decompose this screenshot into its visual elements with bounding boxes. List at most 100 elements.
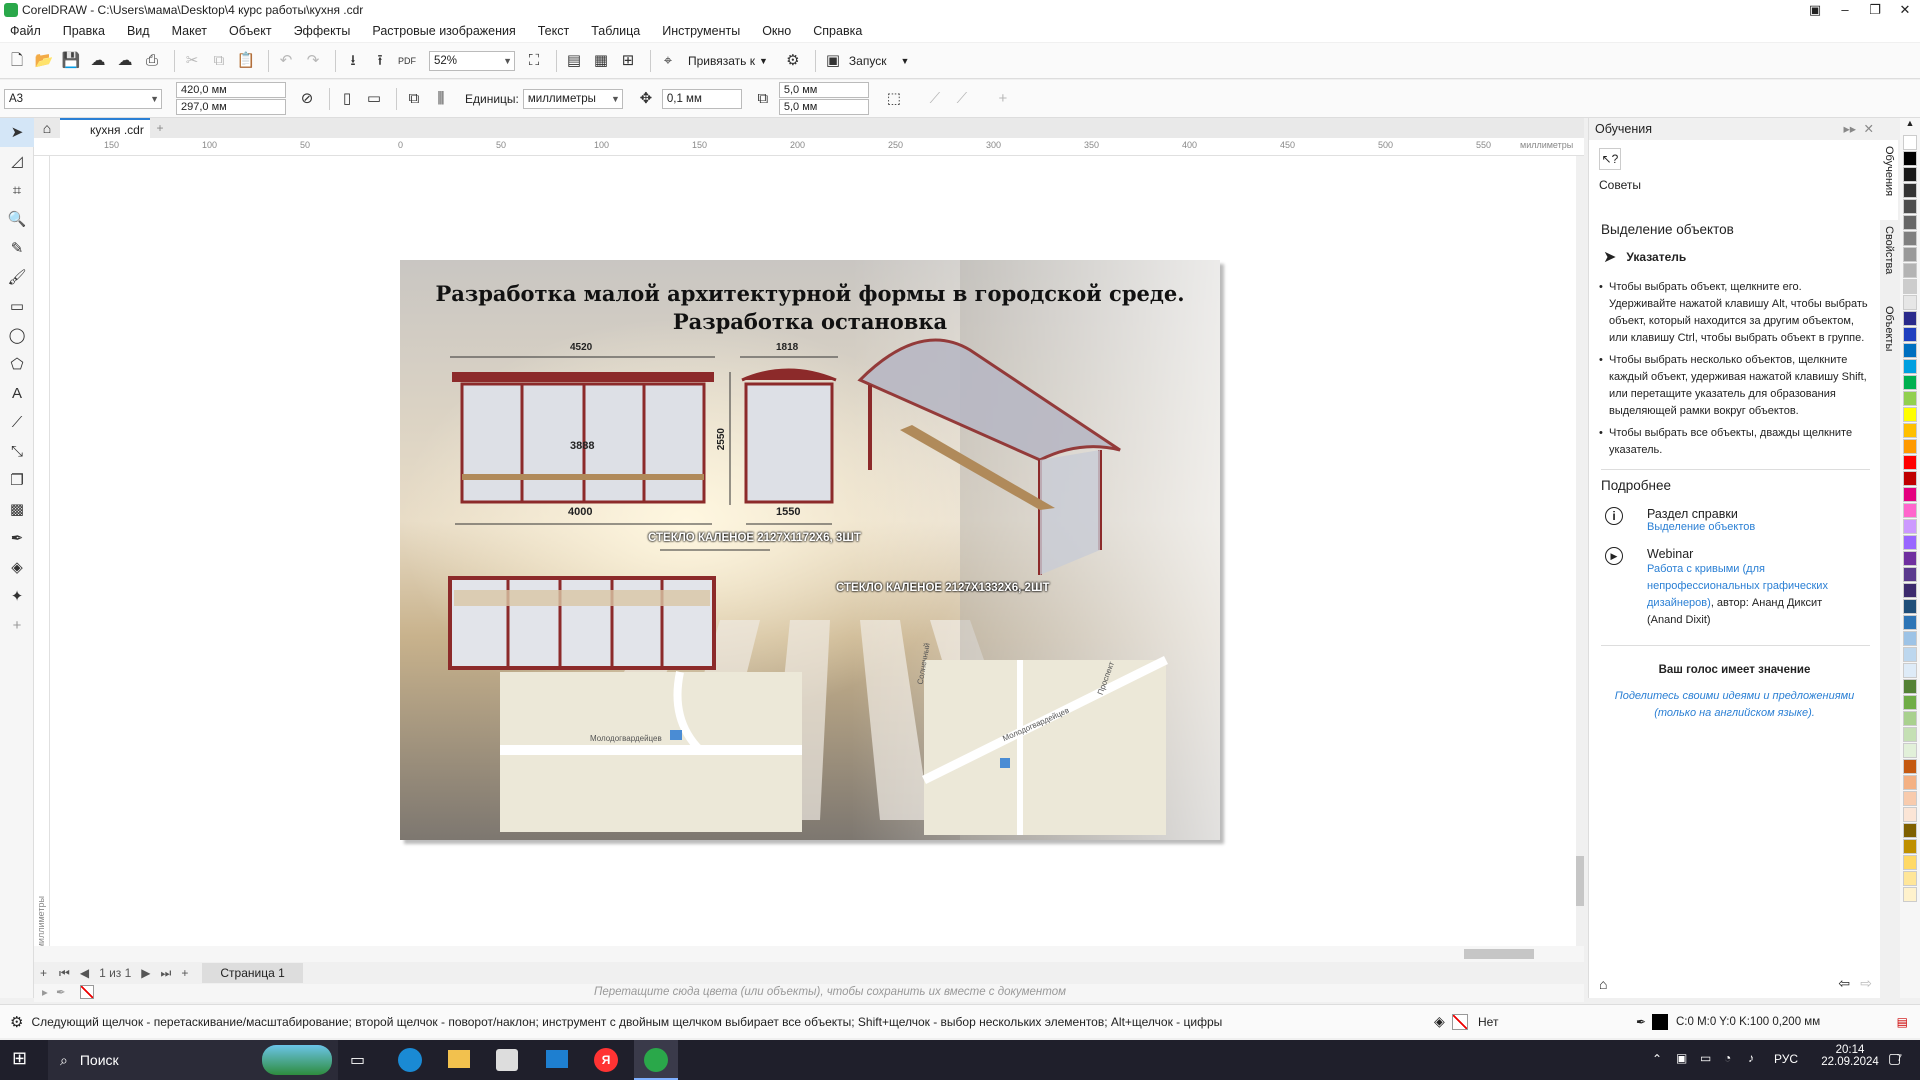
import-icon[interactable]: ⭳ [342, 50, 364, 72]
wifi-icon[interactable]: ◔ [1724, 1051, 1731, 1065]
palette-swatch[interactable] [1903, 599, 1917, 614]
zoom-to-page-icon[interactable]: ⛶ [523, 50, 545, 72]
shape-tool-icon[interactable]: ◿ [0, 147, 34, 176]
full-screen-preview-icon[interactable]: ▤ [563, 50, 585, 72]
add-page-icon[interactable]: + [40, 966, 47, 980]
undo-icon[interactable]: ↶ [275, 50, 297, 72]
palette-swatch[interactable] [1903, 839, 1917, 854]
menu-tools[interactable]: Инструменты [662, 24, 740, 38]
cloud-upload-icon[interactable]: ☁ [114, 50, 136, 72]
palette-swatch[interactable] [1903, 151, 1917, 166]
show-grid-icon[interactable]: ▦ [590, 50, 612, 72]
connector-tool-icon[interactable]: ⤡ [0, 437, 34, 466]
menu-effects[interactable]: Эффекты [294, 24, 351, 38]
palette-swatch[interactable] [1903, 759, 1917, 774]
treat-as-filled-icon[interactable]: ⟋ [924, 88, 946, 110]
duplicate-y-field[interactable]: 5,0 мм [778, 99, 869, 115]
duplicate-x-field[interactable]: 5,0 мм [778, 82, 869, 98]
current-page-icon[interactable]: ⫼ [430, 88, 452, 110]
home-icon[interactable]: ⌂ [34, 118, 60, 138]
palette-swatch[interactable] [1903, 167, 1917, 182]
cut-icon[interactable]: ✂ [181, 50, 203, 72]
gear-icon[interactable]: ⚙ [782, 50, 804, 72]
color-proof-icon[interactable]: ▤ [1897, 1015, 1908, 1029]
palette-swatch[interactable] [1903, 775, 1917, 790]
portrait-icon[interactable]: ▯ [336, 88, 358, 110]
export-icon[interactable]: ⭱ [369, 50, 391, 72]
palette-swatch[interactable] [1903, 279, 1917, 294]
polygon-tool-icon[interactable]: ⬠ [0, 350, 34, 379]
page-height-field[interactable]: 297,0 мм [176, 99, 286, 115]
zoom-level-field[interactable]: 52% ▼ [429, 50, 515, 71]
menu-help[interactable]: Справка [813, 24, 862, 38]
eyedropper-tool-icon[interactable]: ✒ [0, 524, 34, 553]
palette-swatch[interactable] [1903, 407, 1917, 422]
copy-icon[interactable]: ⧉ [208, 50, 230, 72]
restore-small-icon[interactable]: ▣ [1800, 0, 1830, 20]
interactive-fill-tool-icon[interactable]: ◈ [0, 553, 34, 582]
palette-swatch[interactable] [1903, 855, 1917, 870]
launch-app-icon[interactable]: ▣ [822, 50, 844, 72]
palette-swatch[interactable] [1903, 199, 1917, 214]
document-page[interactable]: Разработка малой архитектурной формы в г… [400, 260, 1220, 840]
crop-tool-icon[interactable]: ⌗ [0, 176, 34, 205]
drop-shadow-tool-icon[interactable]: ❐ [0, 466, 34, 495]
windows-start-icon[interactable]: ⊞ [12, 1048, 27, 1069]
palette-swatch[interactable] [1903, 263, 1917, 278]
volume-icon[interactable]: ♪ [1748, 1051, 1754, 1065]
palette-swatch[interactable] [1903, 695, 1917, 710]
no-color-swatch[interactable] [80, 985, 94, 999]
page-width-field[interactable]: 420,0 мм [176, 82, 286, 98]
palette-swatch[interactable] [1903, 487, 1917, 502]
palette-swatch[interactable] [1903, 871, 1917, 886]
snap-to-dropdown[interactable]: Привязать к [688, 54, 755, 68]
palette-scroll-up-icon[interactable]: ▲ [1900, 118, 1920, 134]
ellipse-tool-icon[interactable]: ◯ [0, 321, 34, 350]
close-docker-icon[interactable]: ✕ [1864, 118, 1874, 140]
palette-swatch[interactable] [1903, 567, 1917, 582]
palette-swatch[interactable] [1903, 519, 1917, 534]
palette-swatch[interactable] [1903, 471, 1917, 486]
add-icon[interactable]: + [992, 88, 1014, 110]
palette-swatch[interactable] [1903, 359, 1917, 374]
text-tool-icon[interactable]: A [0, 379, 34, 408]
minimize-button[interactable]: – [1830, 0, 1860, 20]
task-view-icon[interactable]: ▭ [350, 1050, 365, 1070]
gear-icon[interactable]: ⚙ [10, 1013, 23, 1031]
menu-object[interactable]: Объект [229, 24, 272, 38]
palette-swatch[interactable] [1903, 439, 1917, 454]
yandex-browser-icon[interactable]: Я [594, 1048, 618, 1072]
coreldraw-taskbar-button[interactable] [634, 1040, 678, 1080]
first-page-icon[interactable]: ⏮ [59, 966, 70, 981]
palette-swatch[interactable] [1903, 631, 1917, 646]
palette-swatch[interactable] [1903, 583, 1917, 598]
paste-icon[interactable]: 📋 [235, 50, 257, 72]
docker-tab-learn[interactable]: Обучения [1880, 140, 1898, 220]
menu-view[interactable]: Вид [127, 24, 150, 38]
no-fill-swatch[interactable] [1452, 1013, 1468, 1030]
snap-settings-icon[interactable]: ⟋ [951, 88, 973, 110]
close-button[interactable]: ✕ [1890, 0, 1920, 20]
nudge-distance-field[interactable]: 0,1 мм [661, 88, 742, 109]
page-border-icon[interactable]: ⬚ [883, 88, 905, 110]
units-select[interactable]: миллиметры ▼ [522, 88, 623, 109]
palette-swatch[interactable] [1903, 423, 1917, 438]
palette-swatch[interactable] [1903, 391, 1917, 406]
show-guidelines-icon[interactable]: ⊞ [617, 50, 639, 72]
palette-swatch[interactable] [1903, 823, 1917, 838]
next-page-icon[interactable]: ▶ [141, 966, 150, 980]
palette-swatch[interactable] [1903, 183, 1917, 198]
rectangle-tool-icon[interactable]: ▭ [0, 292, 34, 321]
edge-icon[interactable] [398, 1048, 422, 1072]
palette-swatch[interactable] [1903, 647, 1917, 662]
tray-chevron-icon[interactable]: ⌃ [1652, 1052, 1662, 1066]
palette-arrow-icon[interactable]: ▸ [42, 985, 48, 999]
battery-icon[interactable]: ▭ [1700, 1051, 1711, 1065]
new-document-icon[interactable]: 🗋 [6, 50, 28, 72]
menu-text[interactable]: Текст [538, 24, 569, 38]
palette-swatch[interactable] [1903, 551, 1917, 566]
landscape-icon[interactable]: ▭ [363, 88, 385, 110]
palette-swatch[interactable] [1903, 295, 1917, 310]
horizontal-scrollbar[interactable] [34, 946, 1584, 962]
palette-swatch[interactable] [1903, 247, 1917, 262]
